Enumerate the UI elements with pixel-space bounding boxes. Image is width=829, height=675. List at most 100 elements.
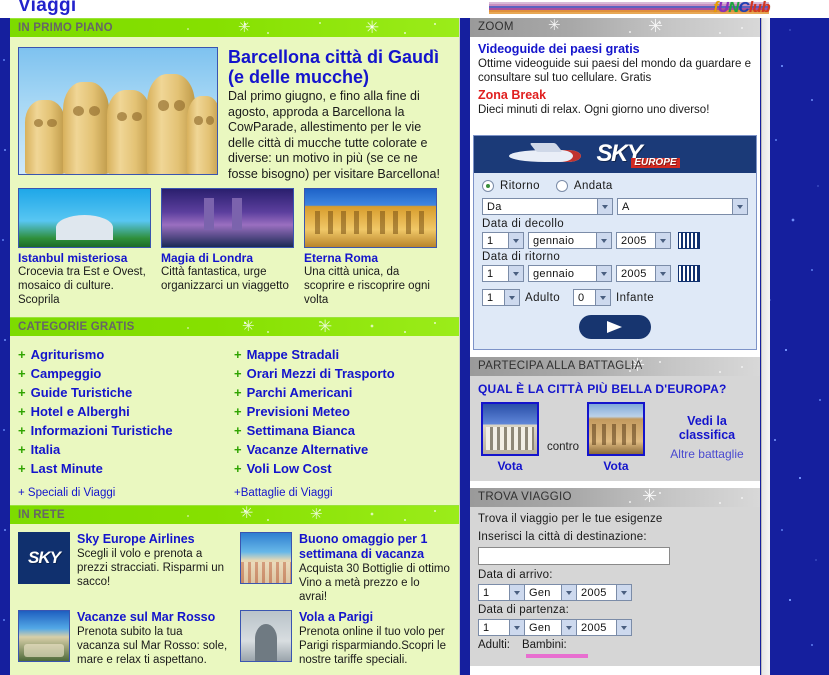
partner-image-beach[interactable] <box>240 532 292 584</box>
departure-year-select[interactable]: 2005 <box>576 619 632 636</box>
thumbnail-image-rome[interactable] <box>304 188 437 248</box>
arrival-day-select[interactable]: 1 <box>478 584 524 601</box>
category-link[interactable]: + Parchi Americani <box>234 383 450 402</box>
departure-date-row: 1 Gen 2005 <box>478 619 752 636</box>
departure-day-select[interactable]: 1 <box>482 232 524 249</box>
featured-image[interactable] <box>18 47 218 175</box>
calendar-icon[interactable] <box>678 265 700 282</box>
adults-select[interactable]: 1 <box>482 289 520 306</box>
category-link[interactable]: + Guide Turistiche <box>18 383 234 402</box>
category-label: Agriturismo <box>30 347 105 362</box>
category-label: Guide Turistiche <box>30 385 133 400</box>
section-header-battaglia: ✳ PARTECIPA ALLA BATTAGLIA <box>470 357 760 376</box>
partner-image-paris[interactable] <box>240 610 292 662</box>
radio-label-andata[interactable]: Andata <box>574 180 613 192</box>
link-vedi-classifica[interactable]: Vedi la classifica <box>662 414 752 442</box>
thumbnail-title[interactable]: Istanbul misteriosa <box>18 251 151 265</box>
battaglia-content: QUAL È LA CITTÀ PIÙ BELLA D'EUROPA? Vota… <box>470 376 760 481</box>
thumbnail-card[interactable]: Istanbul misteriosa Crocevia tra Est e O… <box>18 188 151 307</box>
departure-month-select[interactable]: gennaio <box>528 232 612 249</box>
partner-body: Prenota subito la tua vacanza sul Mar Ro… <box>77 626 228 666</box>
category-link[interactable]: + Informazioni Turistiche <box>18 421 234 440</box>
zoom-link-zona-break[interactable]: Zona Break <box>478 87 752 103</box>
plus-icon: + <box>234 347 242 362</box>
partner-title[interactable]: Vola a Parigi <box>299 610 450 625</box>
infants-select[interactable]: 0 <box>573 289 612 306</box>
category-label: Vacanze Alternative <box>246 442 369 457</box>
page-scrollbar-gutter[interactable] <box>761 18 770 675</box>
category-link[interactable]: + Mappe Stradali <box>234 345 450 364</box>
destination-select[interactable]: A <box>617 198 748 215</box>
thumbnail-image-istanbul[interactable] <box>18 188 151 248</box>
plus-icon: + <box>18 423 26 438</box>
category-link[interactable]: + Italia <box>18 440 234 459</box>
infants-label: Infante <box>616 291 654 304</box>
departure-month-select[interactable]: Gen <box>524 619 576 636</box>
partner-title[interactable]: Sky Europe Airlines <box>77 532 228 547</box>
return-month-select[interactable]: gennaio <box>528 265 612 282</box>
partner-card[interactable]: Vola a Parigi Prenota online il tuo volo… <box>240 610 450 667</box>
departure-year-select[interactable]: 2005 <box>616 232 671 249</box>
category-sub-link-speciali[interactable]: + Speciali di Viaggi <box>18 486 234 501</box>
vote-button-left[interactable]: Vota <box>478 459 542 473</box>
featured-article[interactable]: Barcellona città di Gaudì (e delle mucch… <box>10 37 459 188</box>
partner-title[interactable]: Buono omaggio per 1 settimana di vacanza <box>299 532 450 562</box>
battaglia-option-right[interactable]: Vota <box>584 402 648 473</box>
battaglia-contenders: Vota contro Vota Vedi la classifica Altr… <box>478 402 752 473</box>
return-day-select[interactable]: 1 <box>482 265 524 282</box>
sky-europe-banner: SKYEUROPE <box>474 136 756 173</box>
battaglia-option-left[interactable]: Vota <box>478 402 542 473</box>
partner-title[interactable]: Vacanze sul Mar Rosso <box>77 610 228 625</box>
category-link[interactable]: + Orari Mezzi di Trasporto <box>234 364 450 383</box>
category-link[interactable]: + Vacanze Alternative <box>234 440 450 459</box>
link-altre-battaglie[interactable]: Altre battaglie <box>662 447 752 461</box>
section-header-trova-viaggio: ✳ TROVA VIAGGIO <box>470 488 760 507</box>
radio-andata[interactable] <box>555 180 568 192</box>
category-label: Settimana Bianca <box>246 423 355 438</box>
category-link[interactable]: + Last Minute <box>18 459 234 478</box>
thumbnail-title[interactable]: Eterna Roma <box>304 251 437 265</box>
partner-logo-sky-europe[interactable]: SKY <box>18 532 70 584</box>
category-link[interactable]: + Agriturismo <box>18 345 234 364</box>
battaglia-image-colosseum[interactable] <box>586 402 645 456</box>
zoom-link-videoguide[interactable]: Videoguide dei paesi gratis <box>478 41 752 57</box>
thumbnail-card[interactable]: Eterna Roma Una città unica, da scoprire… <box>304 188 437 307</box>
origin-select[interactable]: Da <box>482 198 613 215</box>
partner-card[interactable]: SKY Sky Europe Airlines Scegli il volo e… <box>18 532 228 604</box>
section-title: PARTECIPA ALLA BATTAGLIA <box>478 360 643 372</box>
radio-ritorno[interactable] <box>482 180 494 192</box>
category-link[interactable]: + Settimana Bianca <box>234 421 450 440</box>
featured-title[interactable]: Barcellona città di Gaudì (e delle mucch… <box>228 47 451 87</box>
fun-club-logo[interactable]: fUNClub <box>713 0 770 16</box>
trova-viaggio-form: Trova il viaggio per le tue esigenze Ins… <box>470 507 760 666</box>
arrival-year-select[interactable]: 2005 <box>576 584 632 601</box>
plus-icon: + <box>234 442 242 457</box>
category-link[interactable]: + Hotel e Alberghi <box>18 402 234 421</box>
category-link[interactable]: + Previsioni Meteo <box>234 402 450 421</box>
partner-image-red-sea[interactable] <box>18 610 70 662</box>
category-sub-link-battaglie[interactable]: +Battaglie di Viaggi <box>234 486 450 501</box>
battaglia-image-parthenon[interactable] <box>481 402 539 456</box>
return-year-select[interactable]: 2005 <box>616 265 671 282</box>
pink-control-peek[interactable] <box>526 654 588 658</box>
thumbnail-title[interactable]: Magia di Londra <box>161 251 294 265</box>
sky-search-submit-button[interactable] <box>579 315 651 339</box>
thumbnail-image-london[interactable] <box>161 188 294 248</box>
sky-europe-booking-widget: SKYEUROPE Ritorno Andata Da A Data di de… <box>473 135 757 350</box>
battaglia-question: QUAL È LA CITTÀ PIÙ BELLA D'EUROPA? <box>478 382 727 396</box>
categories-list: + Agriturismo + Campeggio + Guide Turistich… <box>10 336 459 505</box>
destination-input[interactable] <box>478 547 670 565</box>
thumbnail-card[interactable]: Magia di Londra Città fantastica, urge o… <box>161 188 294 307</box>
header-right-cap <box>770 0 829 18</box>
partner-card[interactable]: Vacanze sul Mar Rosso Prenota subito la … <box>18 610 228 667</box>
calendar-icon[interactable] <box>678 232 700 249</box>
partner-card[interactable]: Buono omaggio per 1 settimana di vacanza… <box>240 532 450 604</box>
arrival-month-select[interactable]: Gen <box>524 584 576 601</box>
radio-label-ritorno[interactable]: Ritorno <box>500 180 540 192</box>
category-label: Voli Low Cost <box>246 461 332 476</box>
section-header-in-rete: ✳ ✳ IN RETE <box>10 505 459 524</box>
vote-button-right[interactable]: Vota <box>584 459 648 473</box>
category-link[interactable]: + Campeggio <box>18 364 234 383</box>
category-link[interactable]: + Voli Low Cost <box>234 459 450 478</box>
departure-day-select[interactable]: 1 <box>478 619 524 636</box>
